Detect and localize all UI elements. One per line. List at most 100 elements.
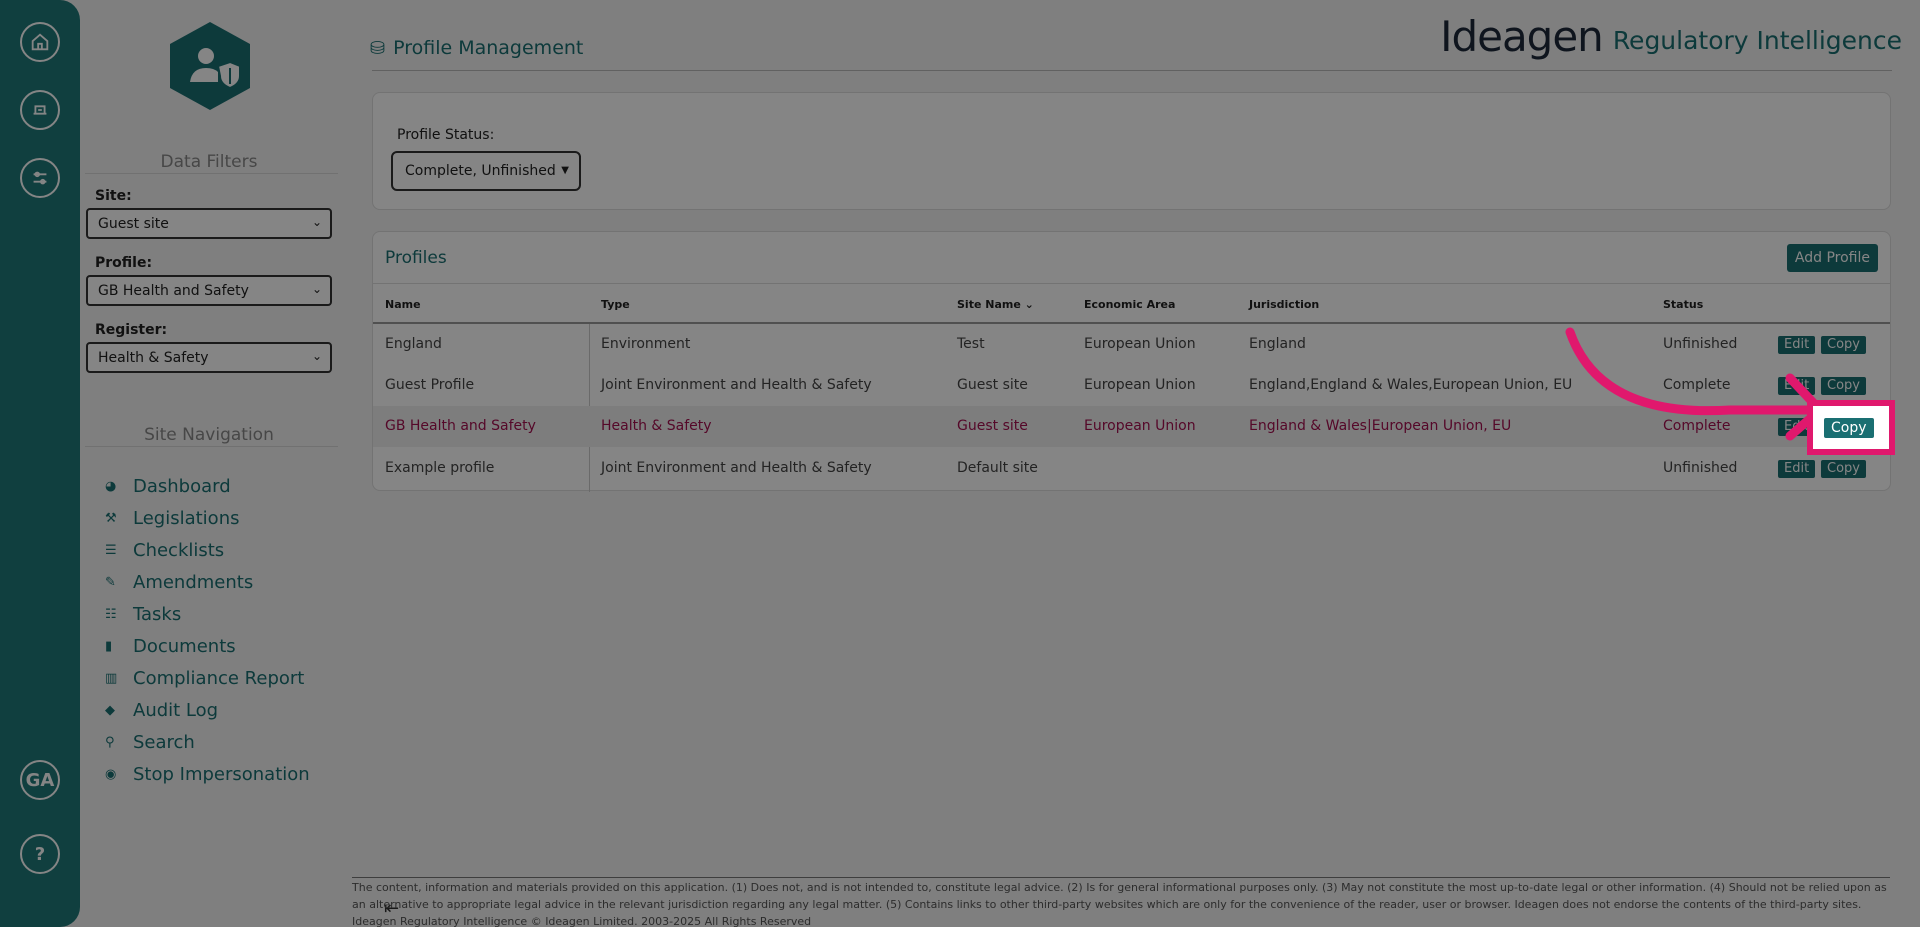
stop-icon: ◉ <box>105 766 117 782</box>
copy-button[interactable]: Copy <box>1821 460 1866 478</box>
cell-site: Guest site <box>957 418 1028 434</box>
nav-search[interactable]: ⚲ Search <box>105 726 310 758</box>
profile-status-label: Profile Status: <box>397 127 495 143</box>
cell-area: European Union <box>1084 336 1196 352</box>
pointer-arrow-icon <box>1565 327 1825 441</box>
nav-stop-impersonation[interactable]: ◉ Stop Impersonation <box>105 758 310 790</box>
register-select[interactable]: Health & Safety ⌄ <box>86 342 332 373</box>
add-profile-button[interactable]: Add Profile <box>1786 244 1878 272</box>
table-row[interactable]: Example profile Joint Environment and He… <box>373 448 1890 489</box>
profile-status-dropdown[interactable]: Complete, Unfinished ▼ <box>391 151 581 191</box>
nav-dashboard[interactable]: ◕ Dashboard <box>105 470 310 502</box>
site-select-value: Guest site <box>98 216 169 232</box>
data-filters-title: Data Filters <box>160 152 258 172</box>
edit-icon: ✎ <box>105 574 116 590</box>
site-select[interactable]: Guest site ⌄ <box>86 208 332 239</box>
cell-name: Example profile <box>385 460 495 476</box>
cell-site: Guest site <box>957 377 1028 393</box>
nav-label: Amendments <box>133 571 254 593</box>
nav-label: Compliance Report <box>133 667 305 689</box>
column-header-site-name[interactable]: Site Name ⌄ <box>957 298 1034 311</box>
gavel-icon: ⚒ <box>105 510 117 526</box>
cell-status: Unfinished <box>1663 460 1738 476</box>
cell-type: Environment <box>601 336 691 352</box>
cell-jurisdiction: England <box>1249 336 1306 352</box>
profiles-title: Profiles <box>385 248 447 268</box>
column-header-label: Site Name <box>957 298 1021 311</box>
column-header-economic-area[interactable]: Economic Area <box>1084 298 1175 311</box>
nav-amendments[interactable]: ✎ Amendments <box>105 566 310 598</box>
nav-legislations[interactable]: ⚒ Legislations <box>105 502 310 534</box>
brand-name: Ideagen <box>1440 12 1604 61</box>
chevron-down-icon: ⌄ <box>311 215 322 229</box>
nav-compliance-report[interactable]: ▥ Compliance Report <box>105 662 310 694</box>
edit-button[interactable]: Edit <box>1778 460 1816 478</box>
nav-label: Legislations <box>133 507 240 529</box>
nav-audit-log[interactable]: ◆ Audit Log <box>105 694 310 726</box>
nav-documents[interactable]: ▮ Documents <box>105 630 310 662</box>
tasks-icon: ☷ <box>105 606 117 622</box>
brand-logo: Ideagen Regulatory Intelligence <box>1440 12 1902 61</box>
profile-shield-logo-icon <box>170 22 250 110</box>
nav-label: Stop Impersonation <box>133 763 310 785</box>
help-icon[interactable]: ? <box>20 834 60 874</box>
copy-button-highlighted[interactable]: Copy <box>1824 418 1874 438</box>
profiles-header: Profiles Add Profile <box>373 232 1890 284</box>
profile-status-value: Complete, Unfinished <box>405 163 556 179</box>
site-label: Site: <box>95 188 132 204</box>
site-navigation-title: Site Navigation <box>144 425 274 445</box>
cell-name: GB Health and Safety <box>385 418 536 434</box>
sidebar-panel: Data Filters Site: Guest site ⌄ Profile:… <box>80 0 399 927</box>
nav-tasks[interactable]: ☷ Tasks <box>105 598 310 630</box>
profile-select-value: GB Health and Safety <box>98 283 249 299</box>
column-header-jurisdction[interactable]: Jurisdiction <box>1249 298 1319 311</box>
nav-label: Documents <box>133 635 236 657</box>
status-filter-card: Profile Status: Complete, Unfinished ▼ <box>372 92 1891 210</box>
column-header-status[interactable]: Status <box>1663 298 1703 311</box>
cubes-icon: ⛁ <box>370 37 386 59</box>
footer-line: The content, information and materials p… <box>352 881 1887 894</box>
register-label: Register: <box>95 322 168 338</box>
site-navigation: ◕ Dashboard ⚒ Legislations ☰ Checklists ✎ Am… <box>105 470 310 790</box>
home-icon[interactable] <box>20 22 60 62</box>
cell-name: Guest Profile <box>385 377 475 393</box>
sliders-icon[interactable] <box>20 158 60 198</box>
page-title-text: Profile Management <box>393 37 584 59</box>
column-header-type[interactable]: Type <box>601 298 630 311</box>
cell-area: European Union <box>1084 377 1196 393</box>
user-avatar[interactable]: GA <box>20 760 60 800</box>
file-icon: ▮ <box>105 638 113 654</box>
cell-name: England <box>385 336 442 352</box>
cell-area: European Union <box>1084 418 1196 434</box>
cell-type: Joint Environment and Health & Safety <box>601 377 872 393</box>
footer-copyright: Ideagen Regulatory Intelligence © Ideage… <box>352 915 812 927</box>
brand-product: Regulatory Intelligence <box>1612 26 1902 55</box>
building-icon[interactable] <box>20 90 60 130</box>
cell-site: Test <box>957 336 985 352</box>
caret-down-icon: ▼ <box>561 165 569 176</box>
app-rail: GA ? <box>0 0 80 927</box>
sort-down-icon: ⌄ <box>1024 298 1034 311</box>
main-content: ⛁ Profile Management Ideagen Regulatory … <box>338 0 1920 927</box>
dashboard-icon: ◕ <box>105 478 117 494</box>
cell-jurisdiction: England & Wales|European Union, EU <box>1249 418 1512 434</box>
column-header-name[interactable]: Name <box>385 298 421 311</box>
nav-checklists[interactable]: ☰ Checklists <box>105 534 310 566</box>
tags-icon: ◆ <box>105 702 115 718</box>
profile-select[interactable]: GB Health and Safety ⌄ <box>86 275 332 306</box>
nav-label: Checklists <box>133 539 225 561</box>
nav-label: Audit Log <box>133 699 219 721</box>
bar-chart-icon: ▥ <box>105 670 118 686</box>
profile-label: Profile: <box>95 255 153 271</box>
cell-jurisdiction: England,England & Wales,European Union, … <box>1249 377 1573 393</box>
search-icon: ⚲ <box>105 734 115 750</box>
chevron-down-icon: ⌄ <box>311 349 322 363</box>
nav-label: Search <box>133 731 195 753</box>
nav-label: Dashboard <box>133 475 231 497</box>
cell-site: Default site <box>957 460 1038 476</box>
list-icon: ☰ <box>105 542 117 558</box>
footer-line: an alternative to appropriate legal advi… <box>352 898 1862 911</box>
divider <box>85 173 338 174</box>
chevron-down-icon: ⌄ <box>311 282 322 296</box>
legal-footer: The content, information and materials p… <box>352 877 1890 927</box>
